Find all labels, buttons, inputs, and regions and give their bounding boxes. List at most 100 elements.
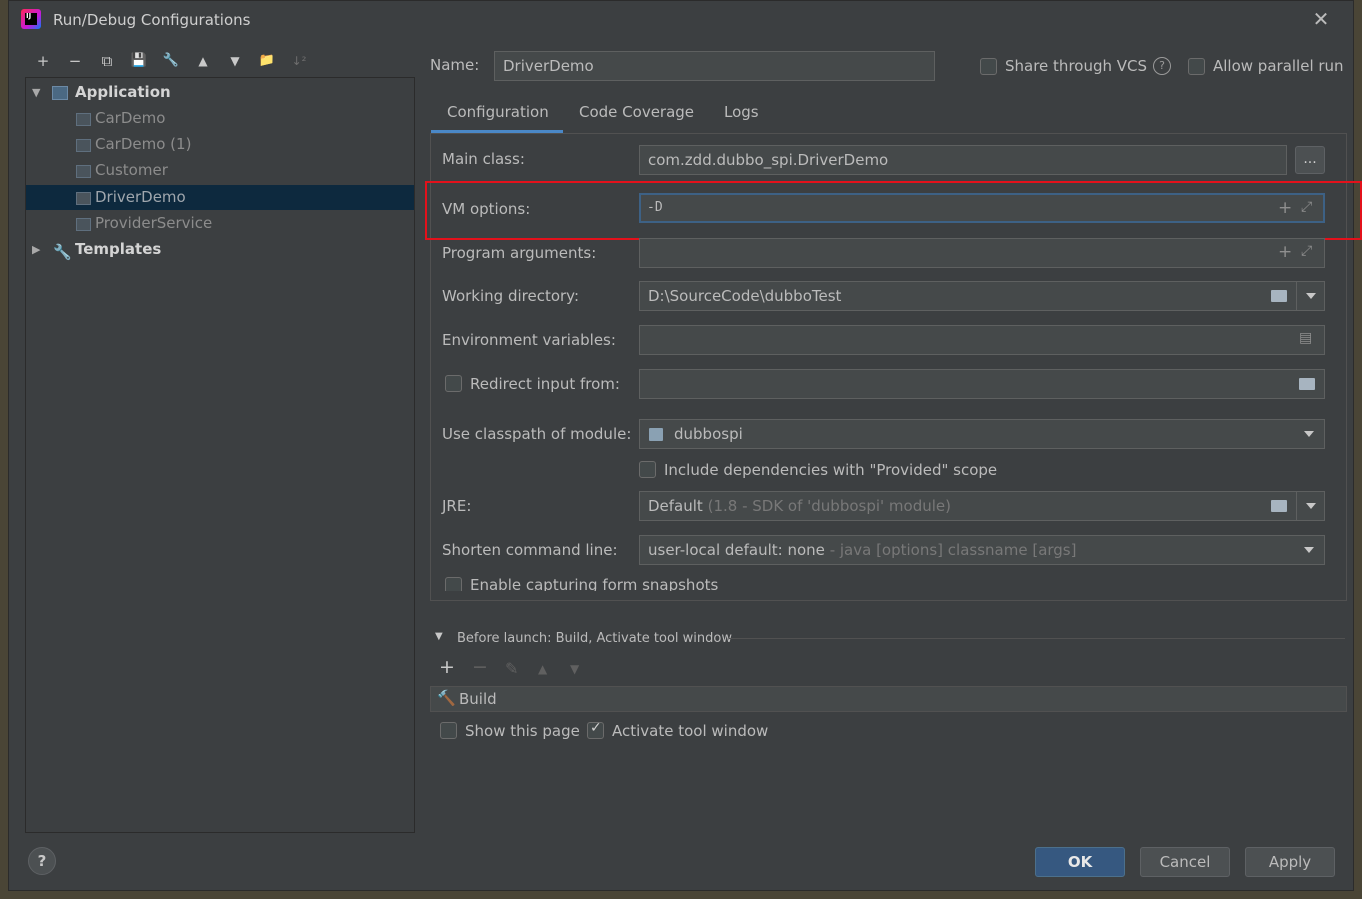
before-launch-divider bbox=[729, 638, 1345, 639]
wrench-icon[interactable]: 🔧 bbox=[155, 49, 187, 73]
folder-icon[interactable] bbox=[1271, 500, 1287, 512]
tree-item-label: Application bbox=[75, 83, 171, 101]
jre-select[interactable]: Default (1.8 - SDK of 'dubbospi' module) bbox=[639, 491, 1325, 521]
jre-hint: (1.8 - SDK of 'dubbospi' module) bbox=[707, 497, 951, 515]
vm-options-input[interactable]: -D bbox=[639, 193, 1325, 223]
tree-item-providerservice[interactable]: ProviderService bbox=[26, 211, 414, 236]
apply-button[interactable]: Apply bbox=[1245, 847, 1335, 877]
help-question-icon[interactable]: ? bbox=[1153, 57, 1171, 75]
before-launch-title: Before launch: Build, Activate tool wind… bbox=[457, 631, 732, 646]
tree-item-label: DriverDemo bbox=[95, 188, 186, 206]
add-task-icon[interactable]: + bbox=[439, 656, 455, 678]
chevron-down-icon[interactable] bbox=[1304, 547, 1314, 553]
expand-icon[interactable]: ⤢ bbox=[1301, 243, 1312, 259]
show-page-label: Show this page bbox=[465, 722, 580, 740]
collapse-arrow-icon[interactable]: ▼ bbox=[435, 631, 443, 642]
tree-item-driverdemo[interactable]: DriverDemo bbox=[26, 185, 414, 210]
main-class-input[interactable]: com.zdd.dubbo_spi.DriverDemo bbox=[639, 145, 1287, 175]
collapse-arrow-icon[interactable]: ▶ bbox=[32, 237, 40, 262]
move-down-icon[interactable]: ▼ bbox=[570, 662, 579, 676]
tree-item-cardemo[interactable]: CarDemo bbox=[26, 106, 414, 131]
tab-code-coverage[interactable]: Code Coverage bbox=[579, 103, 694, 131]
chevron-down-icon[interactable] bbox=[1304, 431, 1314, 437]
env-vars-input[interactable] bbox=[639, 325, 1325, 355]
save-icon[interactable]: 💾 bbox=[123, 49, 155, 73]
folder-icon[interactable] bbox=[1299, 378, 1315, 390]
browse-main-class-button[interactable]: ... bbox=[1295, 146, 1325, 174]
tree-item-customer[interactable]: Customer bbox=[26, 158, 414, 183]
module-icon bbox=[649, 428, 663, 441]
help-button[interactable]: ? bbox=[28, 847, 56, 875]
tab-logs[interactable]: Logs bbox=[724, 103, 759, 131]
add-icon[interactable]: + bbox=[27, 49, 59, 73]
window-title: Run/Debug Configurations bbox=[53, 11, 251, 29]
allow-parallel-label: Allow parallel run bbox=[1213, 57, 1344, 75]
build-task-row[interactable]: 🔨 Build bbox=[430, 686, 1347, 712]
share-vcs-label: Share through VCS bbox=[1005, 57, 1148, 75]
program-args-input[interactable] bbox=[639, 238, 1325, 268]
application-config-icon bbox=[76, 165, 91, 178]
add-plus-icon[interactable]: + bbox=[1278, 242, 1292, 262]
redirect-input-field[interactable] bbox=[639, 369, 1325, 399]
shorten-label: Shorten command line: bbox=[442, 541, 618, 559]
vm-options-label: VM options: bbox=[442, 200, 531, 218]
name-input[interactable]: DriverDemo bbox=[494, 51, 935, 81]
new-folder-icon[interactable]: 📁 bbox=[251, 49, 283, 73]
classpath-label: Use classpath of module: bbox=[442, 425, 632, 443]
activate-tool-window-checkbox[interactable] bbox=[587, 720, 604, 739]
classpath-select[interactable]: dubbospi bbox=[639, 419, 1325, 449]
capture-snapshots-row: Enable capturing form snapshots bbox=[439, 573, 1339, 591]
config-toolbar: + − ⧉ 💾 🔧 ▲ ▼ 📁 ↓² bbox=[27, 49, 315, 73]
ok-button[interactable]: OK bbox=[1035, 847, 1125, 877]
expand-arrow-icon[interactable]: ▼ bbox=[32, 80, 40, 105]
chevron-down-icon[interactable] bbox=[1306, 503, 1316, 509]
tree-item-label: CarDemo (1) bbox=[95, 135, 192, 153]
tree-item-application[interactable]: ▼ Application bbox=[26, 80, 414, 105]
redirect-input-checkbox[interactable] bbox=[445, 375, 462, 392]
cancel-button[interactable]: Cancel bbox=[1140, 847, 1230, 877]
chevron-down-icon[interactable] bbox=[1306, 293, 1316, 299]
working-dir-label: Working directory: bbox=[442, 287, 580, 305]
shorten-hint: - java [options] classname [args] bbox=[829, 541, 1077, 559]
edit-list-icon[interactable]: ▤ bbox=[1299, 330, 1312, 346]
working-dir-input[interactable]: D:\SourceCode\dubboTest bbox=[639, 281, 1325, 311]
name-label: Name: bbox=[430, 56, 480, 74]
capture-snapshots-label: Enable capturing form snapshots bbox=[470, 576, 719, 591]
tree-item-templates[interactable]: ▶ 🔧 Templates bbox=[26, 237, 414, 262]
jre-value: Default bbox=[648, 497, 703, 515]
folder-icon[interactable] bbox=[1271, 290, 1287, 302]
edit-task-icon[interactable]: ✎ bbox=[505, 659, 518, 678]
tree-item-label: Templates bbox=[75, 240, 162, 258]
shorten-select[interactable]: user-local default: none - java [options… bbox=[639, 535, 1325, 565]
show-page-checkbox[interactable] bbox=[440, 722, 457, 739]
include-deps-checkbox[interactable] bbox=[639, 461, 656, 478]
include-deps-label: Include dependencies with "Provided" sco… bbox=[664, 461, 998, 479]
move-down-icon[interactable]: ▼ bbox=[219, 49, 251, 73]
remove-task-icon[interactable]: − bbox=[472, 656, 488, 678]
expand-icon[interactable]: ⤢ bbox=[1301, 199, 1312, 215]
copy-icon[interactable]: ⧉ bbox=[91, 49, 123, 73]
allow-parallel-checkbox[interactable] bbox=[1188, 58, 1205, 75]
move-up-icon[interactable]: ▲ bbox=[538, 662, 547, 676]
move-up-icon[interactable]: ▲ bbox=[187, 49, 219, 73]
shorten-value: user-local default: none bbox=[648, 541, 825, 559]
tab-configuration[interactable]: Configuration bbox=[447, 103, 549, 131]
config-tree: ▼ Application CarDemo CarDemo (1) Custom… bbox=[25, 77, 415, 833]
dropdown-separator bbox=[1296, 282, 1297, 310]
add-plus-icon[interactable]: + bbox=[1278, 198, 1292, 218]
activate-tool-window-label: Activate tool window bbox=[612, 722, 769, 740]
tree-item-label: ProviderService bbox=[95, 214, 213, 232]
tree-item-cardemo-1[interactable]: CarDemo (1) bbox=[26, 132, 414, 157]
capture-snapshots-checkbox[interactable] bbox=[445, 577, 462, 591]
remove-icon[interactable]: − bbox=[59, 49, 91, 73]
application-config-icon bbox=[76, 218, 91, 231]
close-icon[interactable]: ✕ bbox=[1309, 7, 1333, 31]
application-config-icon bbox=[76, 139, 91, 152]
application-icon bbox=[52, 86, 68, 100]
application-config-icon bbox=[76, 192, 91, 205]
program-args-label: Program arguments: bbox=[442, 244, 597, 262]
sort-icon[interactable]: ↓² bbox=[283, 49, 315, 73]
build-task-label: Build bbox=[459, 690, 497, 708]
share-vcs-checkbox[interactable] bbox=[980, 58, 997, 75]
wrench-icon: 🔧 bbox=[53, 243, 72, 261]
